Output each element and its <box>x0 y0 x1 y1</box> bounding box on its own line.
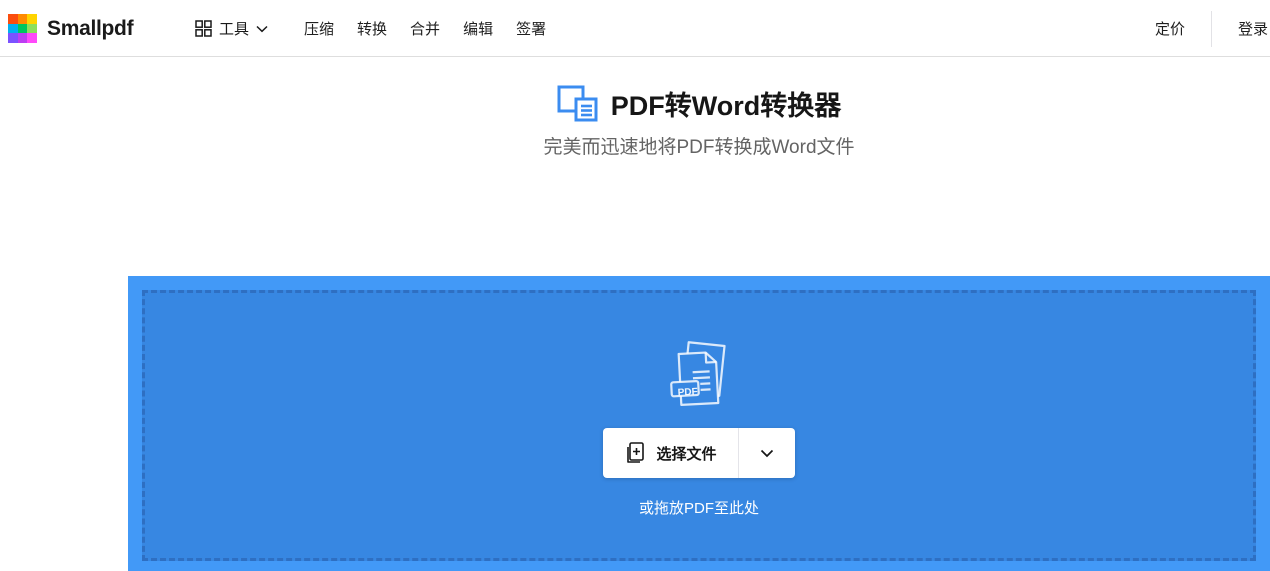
chevron-down-icon <box>256 25 268 33</box>
nav-tools-label: 工具 <box>219 18 249 39</box>
page-title: PDF转Word转换器 <box>611 84 842 123</box>
hero-section: PDF转Word转换器 完美而迅速地将PDF转换成Word文件 <box>0 84 1270 159</box>
nav-item-compress[interactable]: 压缩 <box>304 18 334 39</box>
brand-name: Smallpdf <box>47 17 133 41</box>
nav-item-convert[interactable]: 转换 <box>357 18 387 39</box>
pdf-badge-label: PDF <box>677 387 698 399</box>
nav-item-edit[interactable]: 编辑 <box>463 18 493 39</box>
choose-file-options-button[interactable] <box>739 428 795 478</box>
nav-item-merge[interactable]: 合并 <box>410 18 440 39</box>
add-file-icon <box>624 441 645 465</box>
main-nav: 工具 压缩 转换 合并 编辑 签署 <box>195 0 569 57</box>
stacked-pdf-files-icon: PDF <box>660 339 738 418</box>
nav-right: 定价 登录 <box>1155 0 1268 57</box>
choose-file-split-button: 选择文件 <box>603 428 794 478</box>
smallpdf-logo-icon <box>8 14 37 43</box>
nav-pricing-link[interactable]: 定价 <box>1155 18 1185 39</box>
choose-file-button[interactable]: 选择文件 <box>603 428 737 478</box>
nav-item-sign[interactable]: 签署 <box>516 18 546 39</box>
smallpdf-home-link[interactable]: Smallpdf <box>8 0 133 57</box>
nav-tools-dropdown[interactable]: 工具 <box>195 18 268 39</box>
top-navbar: Smallpdf 工具 压缩 转换 合并 编辑 签署 定价 登录 <box>0 0 1270 57</box>
nav-divider <box>1211 11 1212 47</box>
file-dropzone[interactable]: PDF 选择文件 <box>128 276 1270 571</box>
nav-login-link[interactable]: 登录 <box>1238 18 1268 39</box>
chevron-down-icon <box>760 449 774 458</box>
choose-file-label: 选择文件 <box>656 443 716 464</box>
dropzone-dashed-area[interactable]: PDF 选择文件 <box>142 290 1256 561</box>
copy-documents-icon <box>557 85 598 122</box>
page-subtitle: 完美而迅速地将PDF转换成Word文件 <box>0 132 1270 159</box>
drag-drop-hint: 或拖放PDF至此处 <box>639 497 759 518</box>
grid-2x2-icon <box>195 20 212 37</box>
